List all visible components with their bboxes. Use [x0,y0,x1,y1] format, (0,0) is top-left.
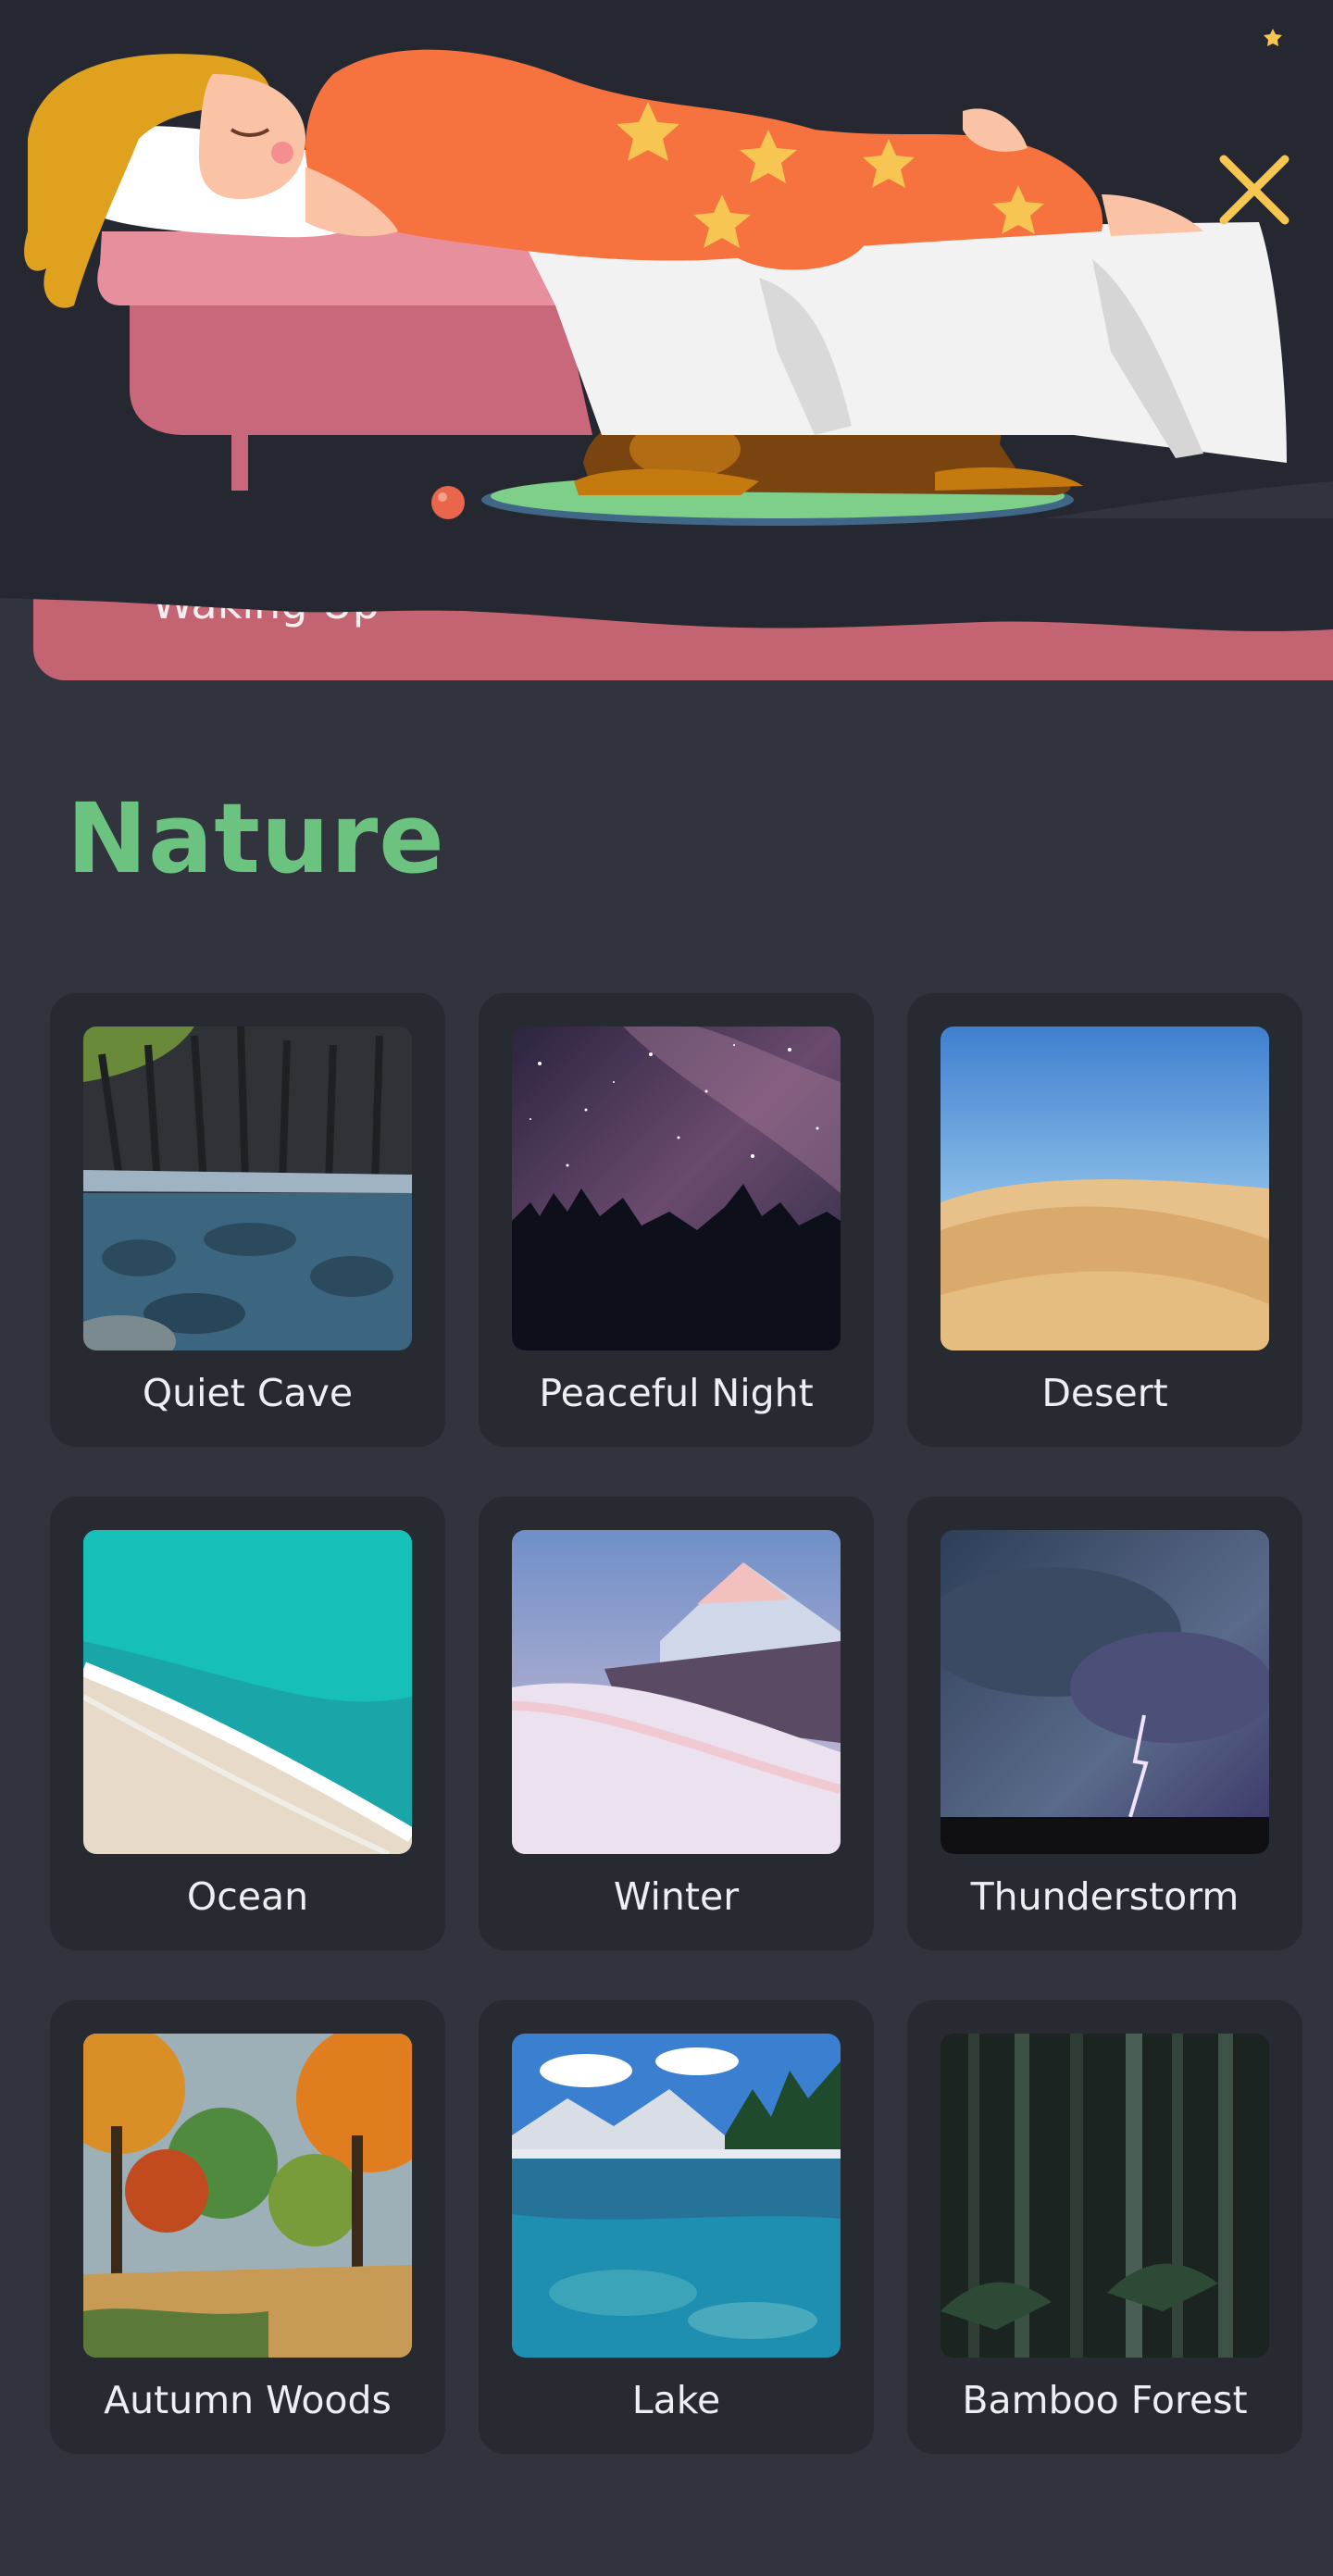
sound-card-label: Desert [1041,1371,1168,1415]
ocean-image [83,1530,412,1854]
close-icon [1219,155,1289,225]
sound-card-desert[interactable]: Desert [907,993,1302,1447]
sound-card-lake[interactable]: Lake [479,2000,874,2454]
category-chip-break[interactable]: Break [1209,579,1332,628]
bamboo-forest-image [941,2034,1269,2358]
sound-card-label: Quiet Cave [142,1371,354,1415]
category-chip-nap[interactable]: Nap [692,579,778,628]
desert-image [941,1027,1269,1350]
sound-card-label: Lake [631,2378,721,2422]
sound-card-peaceful-night[interactable]: Peaceful Night [479,993,874,1447]
sound-card-thunderstorm[interactable]: Thunderstorm [907,1497,1302,1950]
sound-card-autumn-woods[interactable]: Autumn Woods [50,2000,445,2454]
sound-card-label: Bamboo Forest [962,2378,1248,2422]
category-chip-waking-up[interactable]: Waking Up [152,579,380,628]
sound-card-label: Thunderstorm [970,1874,1240,1919]
sound-card-ocean[interactable]: Ocean [50,1497,445,1950]
sleeping-illustration [0,0,1333,555]
category-strip: Waking Up Nap Break [33,541,1333,680]
sound-card-label: Peaceful Night [539,1371,814,1415]
sound-card-quiet-cave[interactable]: Quiet Cave [50,993,445,1447]
winter-image [512,1530,841,1854]
thunderstorm-image [941,1530,1269,1854]
sound-grid: Quiet Cave Peaceful Night Desert Ocean W… [50,993,1303,2454]
quiet-cave-image [83,1027,412,1350]
section-title-nature: Nature [67,782,445,895]
sound-card-bamboo-forest[interactable]: Bamboo Forest [907,2000,1302,2454]
sound-card-winter[interactable]: Winter [479,1497,874,1950]
sound-card-label: Autumn Woods [104,2378,392,2422]
autumn-woods-image [83,2034,412,2358]
sound-card-label: Winter [613,1874,740,1919]
hero-banner: Waking Up Nap Break [0,0,1333,685]
lake-image [512,2034,841,2358]
sound-card-label: Ocean [186,1874,309,1919]
peaceful-night-image [512,1027,841,1350]
close-button[interactable] [1203,139,1305,241]
star-icon [1263,28,1283,48]
